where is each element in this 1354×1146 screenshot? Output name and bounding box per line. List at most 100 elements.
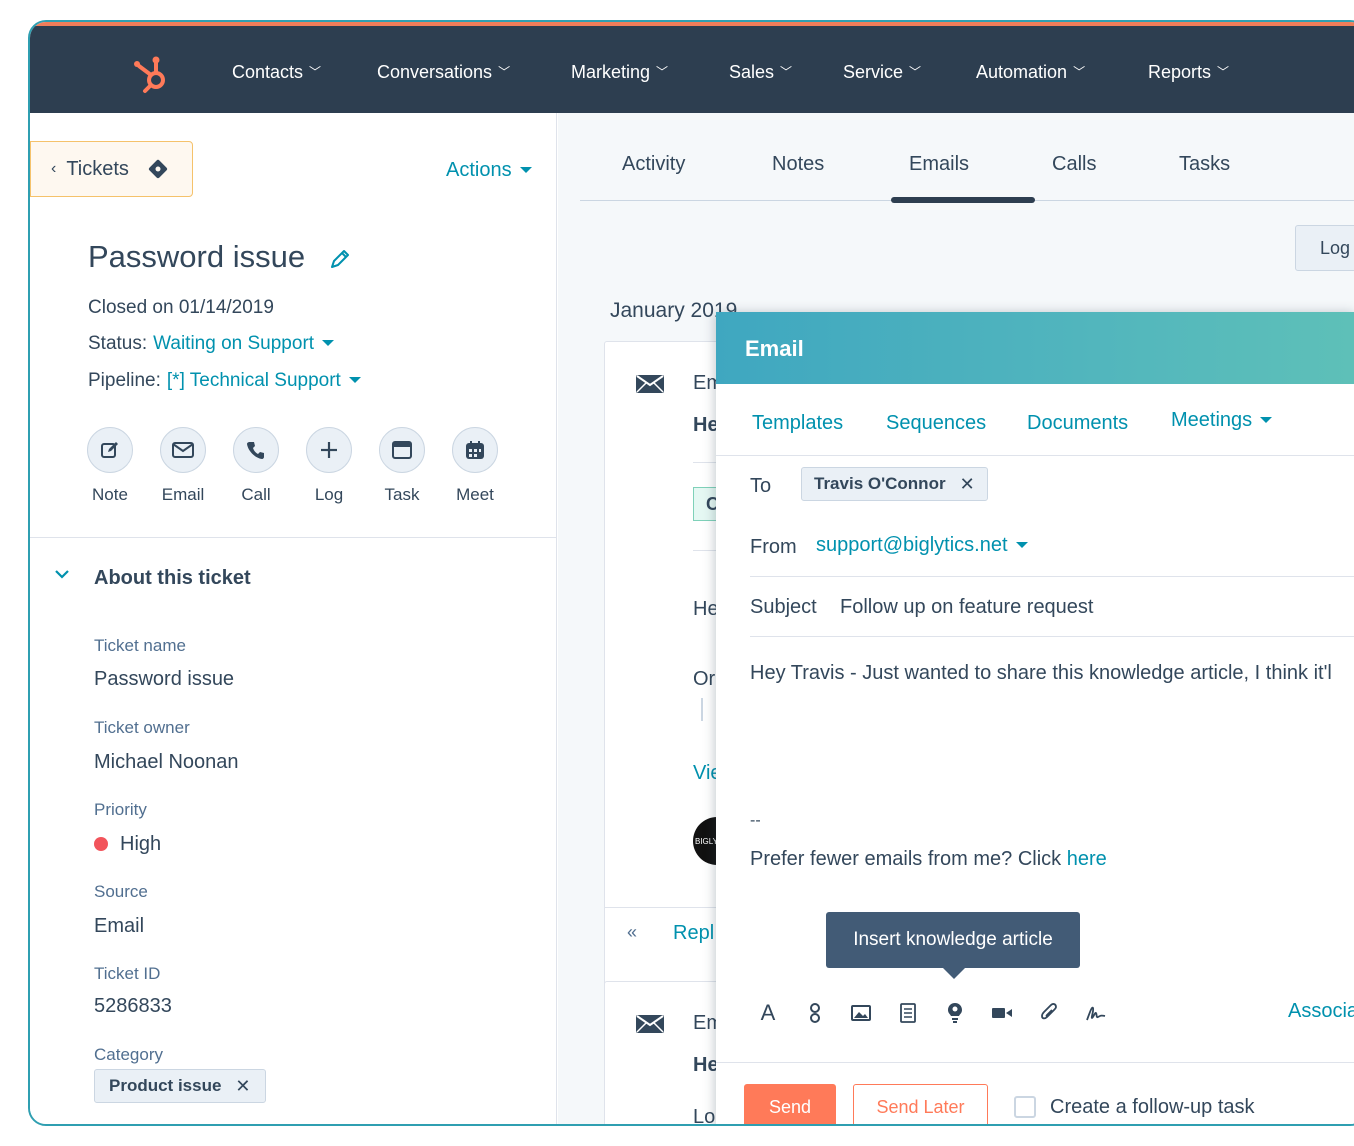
recipient-chip[interactable]: Travis O'Connor ✕ — [801, 467, 988, 501]
nav-label: Marketing — [571, 62, 651, 82]
about-section-title[interactable]: About this ticket — [94, 567, 251, 590]
tab-calls[interactable]: Calls — [1052, 153, 1096, 176]
close-icon[interactable]: ✕ — [960, 474, 975, 495]
chevron-down-icon: ﹀ — [656, 65, 669, 79]
follow-up-checkbox[interactable] — [1014, 1096, 1036, 1118]
chevron-left-icon: ‹ — [51, 160, 57, 177]
composer-header: Email — [716, 312, 1354, 384]
closed-on: Closed on 01/14/2019 — [88, 297, 274, 318]
ticket-owner-value[interactable]: Michael Noonan — [94, 751, 239, 774]
top-nav: Contacts ﹀ Conversations ﹀ Marketing ﹀ Sale… — [30, 26, 1354, 113]
nav-label: Reports — [1148, 62, 1212, 82]
signature-icon[interactable] — [1083, 1000, 1109, 1026]
active-tab-indicator — [891, 197, 1035, 203]
to-label: To — [750, 475, 772, 497]
divider — [716, 1062, 1354, 1063]
status-label: Status: — [88, 333, 148, 354]
chevron-down-icon: ﹀ — [909, 65, 922, 79]
from-dropdown[interactable]: support@biglytics.net — [816, 534, 1028, 557]
card-body-line: Lo — [693, 1106, 716, 1126]
templates-tab[interactable]: Templates — [752, 412, 843, 435]
reply-button[interactable]: Repl — [673, 922, 714, 945]
nav-automation[interactable]: Automation ﹀ — [976, 62, 1085, 83]
quick-label: Call — [241, 485, 271, 504]
log-button[interactable]: Log — [1295, 225, 1354, 271]
back-to-tickets-button[interactable]: ‹ Tickets — [30, 141, 193, 197]
nav-conversations[interactable]: Conversations ﹀ — [377, 62, 510, 83]
meetings-dropdown[interactable]: Meetings — [1171, 409, 1273, 432]
actions-label: Actions — [446, 159, 512, 181]
quick-label: Email — [161, 485, 205, 504]
document-icon[interactable] — [895, 1000, 921, 1026]
quick-meet-button[interactable]: Meet — [443, 427, 507, 505]
app-frame: Contacts ﹀ Conversations ﹀ Marketing ﹀ Sale… — [28, 20, 1354, 1126]
quick-label: Meet — [456, 485, 494, 504]
priority-label: Priority — [94, 800, 147, 819]
video-icon[interactable] — [989, 1000, 1015, 1026]
ticket-icon — [148, 159, 168, 179]
priority-dot-icon — [94, 837, 108, 851]
meetings-label: Meetings — [1171, 409, 1253, 431]
pipeline-dropdown[interactable]: [*] Technical Support — [167, 370, 341, 391]
status-dropdown[interactable]: Waiting on Support — [153, 333, 314, 354]
source-value[interactable]: Email — [94, 915, 144, 938]
quick-label: Note — [92, 485, 128, 504]
signature-link[interactable]: here — [1067, 848, 1107, 870]
text-format-icon[interactable]: A — [755, 1000, 781, 1026]
quick-log-button[interactable]: Log — [297, 427, 361, 505]
divider — [30, 537, 556, 538]
nav-label: Service — [843, 62, 904, 82]
sequences-tab[interactable]: Sequences — [886, 412, 986, 435]
tooltip: Insert knowledge article — [826, 912, 1080, 968]
nav-marketing[interactable]: Marketing ﹀ — [571, 62, 668, 83]
send-later-button[interactable]: Send Later — [853, 1084, 988, 1124]
ticket-id-label: Ticket ID — [94, 964, 161, 983]
quick-call-button[interactable]: Call — [224, 427, 288, 505]
tab-tasks[interactable]: Tasks — [1179, 153, 1230, 176]
tab-notes[interactable]: Notes — [772, 153, 824, 176]
image-icon[interactable] — [848, 1000, 874, 1026]
nav-label: Automation — [976, 62, 1068, 82]
subject-input[interactable]: Follow up on feature request — [840, 596, 1094, 619]
quick-task-button[interactable]: Task — [370, 427, 434, 505]
close-icon[interactable]: ✕ — [235, 1076, 250, 1097]
hubspot-logo-icon[interactable] — [130, 52, 174, 96]
task-icon — [379, 427, 425, 473]
from-address: support@biglytics.net — [816, 534, 1008, 556]
ticket-name-value[interactable]: Password issue — [94, 668, 234, 691]
nav-sales[interactable]: Sales ﹀ — [729, 62, 792, 83]
chevron-down-icon: ﹀ — [309, 65, 322, 79]
category-chip[interactable]: Product issue ✕ — [94, 1069, 266, 1103]
nav-contacts[interactable]: Contacts ﹀ — [232, 62, 321, 83]
ticket-title: Password issue — [88, 239, 352, 275]
divider — [750, 636, 1354, 637]
quick-note-button[interactable]: Note — [78, 427, 142, 505]
nav-service[interactable]: Service ﹀ — [843, 62, 921, 83]
email-body-editor[interactable]: Hey Travis - Just wanted to share this k… — [750, 662, 1332, 685]
associated-link[interactable]: Associa — [1288, 1000, 1354, 1023]
tab-activity[interactable]: Activity — [622, 153, 685, 176]
nav-reports[interactable]: Reports ﹀ — [1148, 62, 1229, 83]
caret-down-icon — [348, 377, 361, 383]
tab-emails[interactable]: Emails — [909, 153, 969, 176]
actions-dropdown[interactable]: Actions — [446, 159, 532, 182]
divider — [750, 576, 1354, 577]
follow-up-label[interactable]: Create a follow-up task — [1050, 1096, 1255, 1119]
ticket-sidebar: ‹ Tickets Actions Password issue Closed … — [30, 113, 557, 1124]
link-icon[interactable] — [802, 1000, 828, 1026]
send-button[interactable]: Send — [744, 1084, 836, 1124]
priority-value[interactable]: High — [94, 833, 161, 856]
caret-down-icon — [322, 340, 335, 346]
attachment-icon[interactable] — [1036, 1000, 1062, 1026]
chevron-down-icon[interactable] — [54, 568, 70, 580]
note-icon — [87, 427, 133, 473]
quick-email-button[interactable]: Email — [151, 427, 215, 505]
knowledge-article-icon[interactable] — [942, 1000, 968, 1026]
ticket-id-value: 5286833 — [94, 995, 172, 1017]
signature-separator: -- — [750, 812, 761, 829]
pencil-icon[interactable] — [328, 247, 352, 271]
envelope-icon — [636, 1015, 664, 1033]
documents-tab[interactable]: Documents — [1027, 412, 1128, 435]
card-body-line: Or — [693, 668, 716, 690]
category-label: Category — [94, 1045, 163, 1064]
